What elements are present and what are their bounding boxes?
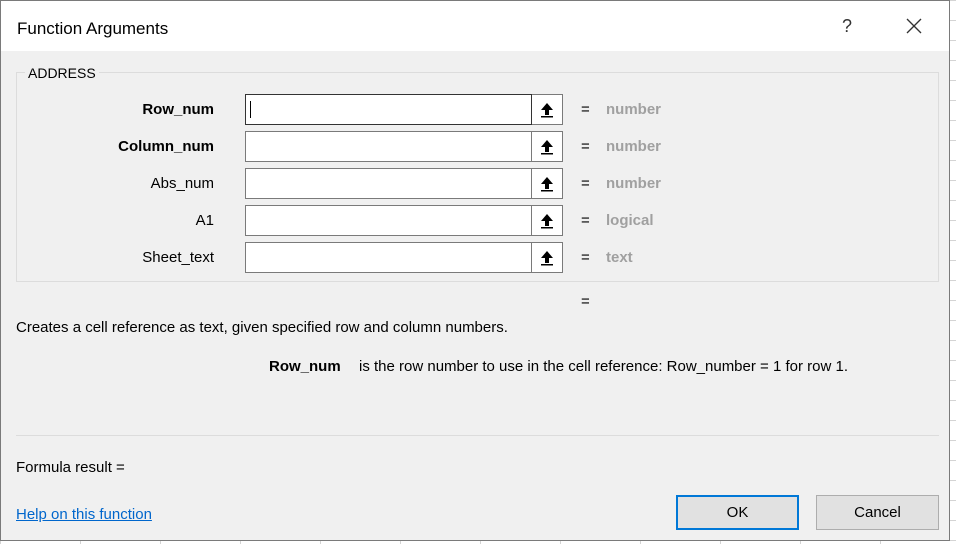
argument-row-column-num: Column_num = number (1, 131, 941, 162)
equals-sign: = (581, 101, 590, 118)
equals-sign: = (581, 249, 590, 266)
argument-type: text (606, 249, 633, 266)
argument-type: number (606, 138, 662, 155)
argument-label: Abs_num (150, 175, 214, 192)
equals-sign: = (581, 138, 590, 155)
sheet-text-input[interactable] (245, 242, 532, 273)
divider (16, 435, 939, 436)
argument-type: number (606, 175, 662, 192)
question-icon: ? (841, 16, 852, 36)
collapse-dialog-button[interactable] (532, 94, 563, 125)
abs-num-input[interactable] (245, 168, 532, 199)
argument-help-text: is the row number to use in the cell ref… (359, 358, 848, 375)
argument-label: Column_num (118, 138, 214, 155)
argument-type: logical (606, 212, 654, 229)
argument-label: Row_num (142, 101, 214, 118)
argument-row-sheet-text: Sheet_text = text (1, 242, 941, 273)
argument-row-row-num: Row_num = number (1, 94, 941, 125)
row-num-input[interactable] (245, 94, 532, 125)
arrow-up-icon (541, 214, 553, 229)
column-num-input[interactable] (245, 131, 532, 162)
formula-result-label: Formula result = (16, 459, 125, 476)
close-icon (906, 18, 922, 34)
argument-row-abs-num: Abs_num = number (1, 168, 941, 199)
function-result-equals: = (581, 293, 590, 310)
ok-button[interactable]: OK (676, 495, 799, 530)
function-arguments-dialog: Function Arguments ? ADDRESS Row_num = n… (0, 0, 950, 541)
cancel-button[interactable]: Cancel (816, 495, 939, 530)
argument-label: A1 (195, 212, 214, 229)
arrow-up-icon (541, 251, 553, 266)
collapse-dialog-button[interactable] (532, 242, 563, 273)
equals-sign: = (581, 175, 590, 192)
help-on-function-link[interactable]: Help on this function (16, 506, 152, 523)
argument-label: Sheet_text (142, 249, 214, 266)
collapse-dialog-button[interactable] (532, 205, 563, 236)
function-name: ADDRESS (25, 65, 99, 81)
function-description: Creates a cell reference as text, given … (16, 319, 508, 336)
collapse-dialog-button[interactable] (532, 168, 563, 199)
equals-sign: = (581, 212, 590, 229)
help-button[interactable]: ? (827, 9, 867, 43)
dialog-title: Function Arguments (17, 19, 169, 38)
a1-input[interactable] (245, 205, 532, 236)
title-bar: Function Arguments ? (1, 1, 949, 51)
close-button[interactable] (891, 9, 937, 43)
arrow-up-icon (541, 177, 553, 192)
argument-row-a1: A1 = logical (1, 205, 941, 236)
collapse-dialog-button[interactable] (532, 131, 563, 162)
argument-type: number (606, 101, 662, 118)
arrow-up-icon (541, 103, 553, 118)
arrow-up-icon (541, 140, 553, 155)
argument-help-name: Row_num (269, 358, 341, 375)
text-caret (250, 101, 251, 118)
